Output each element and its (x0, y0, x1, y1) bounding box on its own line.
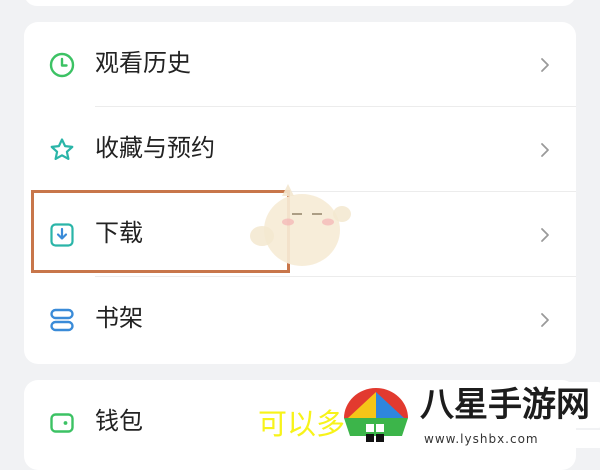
chevron-right-icon (538, 56, 552, 74)
menu-item-label: 观看历史 (95, 49, 191, 77)
chevron-right-icon (538, 311, 552, 329)
menu-item-label: 钱包 (95, 407, 143, 435)
site-watermark: 八星手游网 www.lyshbx.com (330, 382, 600, 450)
previous-card (24, 0, 576, 6)
menu-item-history[interactable]: 观看历史 (24, 22, 576, 107)
star-icon (48, 136, 76, 164)
mascot-watermark (248, 178, 353, 273)
chevron-right-icon (538, 226, 552, 244)
wallet-icon (48, 409, 76, 437)
clock-icon (48, 51, 76, 79)
menu-item-bookshelf[interactable]: 书架 (24, 277, 576, 362)
site-logo-icon (340, 384, 412, 450)
site-watermark-url: www.lyshbx.com (416, 430, 600, 448)
menu-item-label: 收藏与预约 (95, 134, 215, 162)
bookshelf-icon (48, 306, 76, 334)
chevron-right-icon (538, 141, 552, 159)
menu-item-label: 书架 (95, 304, 143, 332)
site-watermark-title: 八星手游网 (416, 382, 600, 428)
